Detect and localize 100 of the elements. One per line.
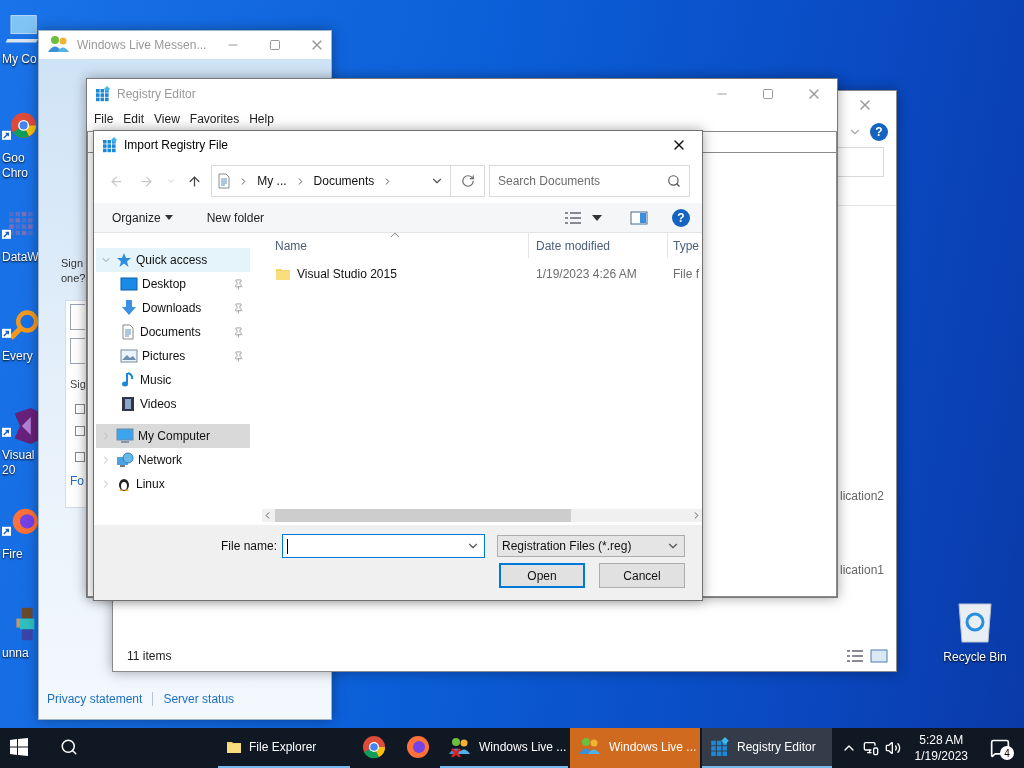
desktop-icon-label[interactable]: Goo Chro bbox=[2, 151, 40, 181]
nav-item[interactable]: My Computer bbox=[96, 424, 250, 448]
nav-item[interactable]: Linux bbox=[96, 472, 250, 496]
sort-caret-icon bbox=[390, 233, 400, 238]
input-field[interactable] bbox=[70, 338, 85, 364]
taskbar-button[interactable]: Registry Editor bbox=[702, 728, 832, 768]
forward-arrow-icon bbox=[139, 173, 155, 189]
open-button[interactable]: Open bbox=[499, 563, 585, 588]
desktop-icon-label[interactable]: Fire bbox=[2, 547, 40, 562]
music-note-icon bbox=[120, 372, 136, 388]
recycle-bin-icon[interactable] bbox=[955, 600, 995, 644]
desktop-icon bbox=[120, 276, 138, 292]
list-item[interactable]: lication1 bbox=[839, 563, 884, 577]
search-field[interactable]: Search Documents bbox=[489, 165, 690, 197]
desktop-icon-label[interactable]: My Co bbox=[2, 52, 40, 67]
search-icon[interactable] bbox=[667, 174, 681, 188]
desktop-icon-label[interactable]: Recycle Bin bbox=[943, 650, 1007, 665]
checkbox[interactable] bbox=[75, 452, 85, 462]
maximize-icon bbox=[269, 39, 282, 51]
nav-item[interactable]: Pictures bbox=[96, 344, 250, 368]
star-icon bbox=[116, 252, 132, 268]
desktop-icon-label[interactable]: DataW bbox=[2, 250, 40, 265]
folder-icon bbox=[226, 739, 242, 755]
nav-item[interactable]: Music bbox=[96, 368, 250, 392]
refresh-button[interactable] bbox=[451, 165, 485, 197]
menu-item[interactable]: Edit bbox=[118, 112, 150, 126]
contacts-icon bbox=[578, 737, 602, 757]
checkbox[interactable] bbox=[75, 404, 85, 414]
item-count: 11 items bbox=[127, 649, 172, 663]
address-bar[interactable]: My ... Documents bbox=[211, 165, 452, 197]
preview-pane-icon[interactable] bbox=[630, 210, 648, 225]
volume-icon[interactable] bbox=[884, 740, 901, 756]
contacts-error-icon bbox=[448, 737, 472, 757]
file-type-dropdown[interactable]: Registration Files (*.reg) bbox=[497, 535, 685, 557]
help-button[interactable]: ? bbox=[870, 123, 888, 141]
dropdown-icon[interactable] bbox=[592, 214, 602, 221]
browser-icon bbox=[362, 735, 386, 759]
server-status-link[interactable]: Server status bbox=[163, 692, 235, 706]
taskbar-button[interactable]: Windows Live ... bbox=[570, 728, 700, 768]
list-item[interactable]: lication2 bbox=[839, 489, 884, 503]
details-view-icon[interactable] bbox=[846, 649, 864, 663]
network-icon bbox=[116, 452, 134, 468]
taskbar-button[interactable]: Windows Live ... bbox=[440, 728, 568, 768]
film-icon bbox=[120, 396, 136, 412]
file-name-field[interactable] bbox=[282, 534, 485, 558]
breadcrumb[interactable]: My ... bbox=[255, 174, 289, 188]
menu-item[interactable]: View bbox=[149, 112, 185, 126]
breadcrumb[interactable]: Documents bbox=[311, 174, 377, 188]
window-title: Windows Live Messen... bbox=[77, 38, 207, 52]
column-header[interactable]: Type bbox=[668, 233, 702, 258]
infinity-logo-icon[interactable] bbox=[2, 406, 38, 446]
menu-item[interactable]: File bbox=[89, 112, 119, 126]
registry-icon bbox=[95, 86, 111, 102]
input-field[interactable] bbox=[70, 304, 85, 330]
image-icon bbox=[120, 348, 138, 364]
cancel-button[interactable]: Cancel bbox=[599, 563, 685, 588]
penguin-icon bbox=[116, 476, 132, 492]
nav-item[interactable]: Documents bbox=[96, 320, 250, 344]
menu-item[interactable]: Help bbox=[244, 112, 279, 126]
notifications-button[interactable]: 4 bbox=[982, 728, 1018, 768]
column-header[interactable]: Date modified bbox=[529, 233, 668, 258]
horizontal-scrollbar[interactable] bbox=[262, 509, 702, 522]
chevron-icon bbox=[165, 176, 176, 186]
field-label: File name: bbox=[220, 539, 277, 553]
nav-item[interactable]: Desktop bbox=[96, 272, 250, 296]
view-options-icon[interactable] bbox=[564, 210, 582, 225]
search-field[interactable] bbox=[837, 147, 884, 177]
thumbnail-view-icon[interactable] bbox=[870, 649, 888, 663]
desktop-icon-label[interactable]: unna bbox=[2, 646, 40, 661]
desktop-icon-label[interactable]: Every bbox=[2, 349, 40, 364]
folder-icon bbox=[275, 266, 291, 282]
registry-icon bbox=[102, 137, 118, 153]
maximize-icon bbox=[762, 88, 774, 100]
link[interactable]: Fo bbox=[70, 474, 84, 488]
taskbar-button[interactable]: File Explorer bbox=[218, 728, 350, 768]
document-icon bbox=[216, 173, 233, 189]
download-arrow-icon bbox=[120, 300, 138, 316]
desktop-icon-label[interactable]: Visual 20 bbox=[2, 448, 40, 478]
network-icon[interactable] bbox=[862, 740, 879, 756]
privacy-link[interactable]: Privacy statement bbox=[47, 692, 143, 706]
organize-button[interactable]: Organize bbox=[106, 208, 179, 227]
menu-item[interactable]: Favorites bbox=[184, 112, 245, 126]
document-icon bbox=[120, 324, 136, 340]
clock[interactable]: 5:28 AM 1/19/2023 bbox=[906, 732, 976, 764]
new-folder-button[interactable]: New folder bbox=[200, 208, 271, 227]
help-button[interactable]: ? bbox=[672, 208, 690, 227]
notification-badge: 4 bbox=[1000, 746, 1014, 760]
file-row[interactable]: Visual Studio 2015 1/19/2023 4:26 AM File f bbox=[262, 262, 702, 286]
nav-item[interactable]: Quick access bbox=[96, 248, 250, 272]
nav-item[interactable]: Videos bbox=[96, 392, 250, 416]
nav-item[interactable]: Network bbox=[96, 448, 250, 472]
sign-in-prompt: Sign one? bbox=[61, 256, 85, 286]
contacts-icon bbox=[47, 35, 71, 55]
window-title: Registry Editor bbox=[117, 87, 196, 101]
checkbox[interactable] bbox=[75, 426, 85, 436]
column-header[interactable]: Name bbox=[262, 233, 529, 258]
fox-globe-icon bbox=[406, 735, 430, 759]
refresh-icon bbox=[460, 174, 475, 188]
windows-logo-icon bbox=[10, 738, 28, 756]
nav-item[interactable]: Downloads bbox=[96, 296, 250, 320]
